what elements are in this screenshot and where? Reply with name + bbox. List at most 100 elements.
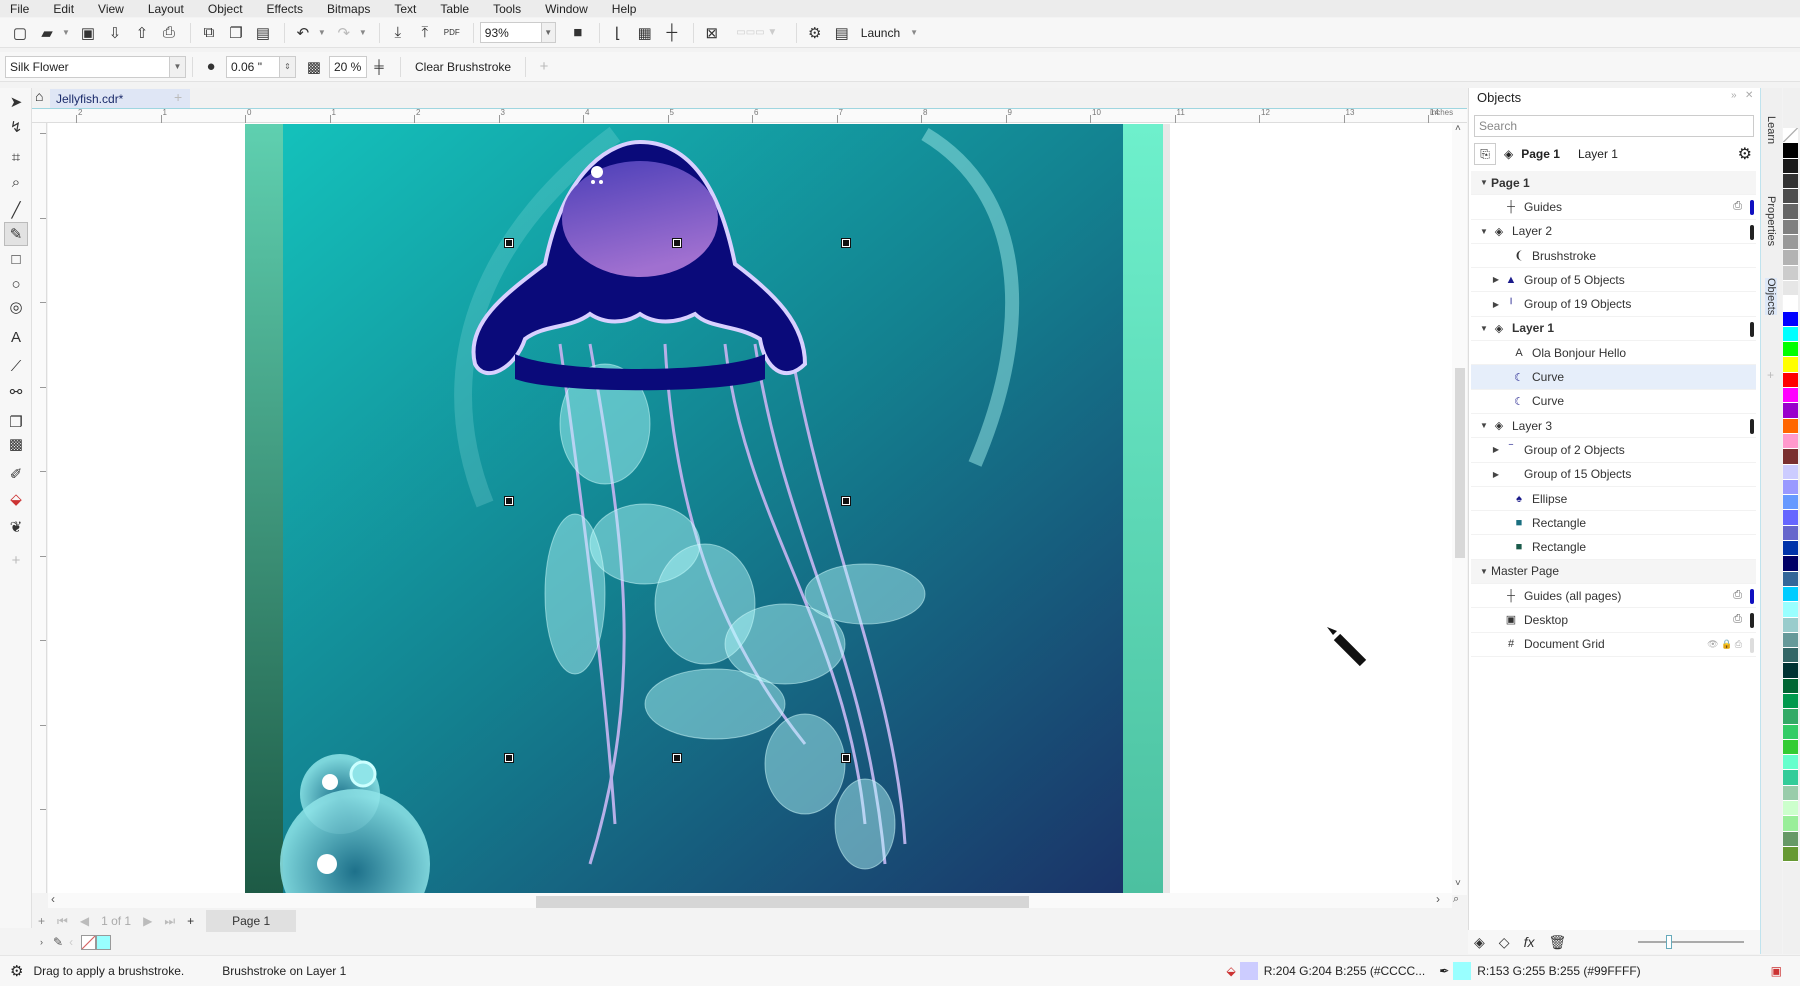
palette-swatch[interactable] <box>1783 403 1798 419</box>
snap-to-dropdown[interactable]: ▭▭▭ ▼ <box>727 21 787 45</box>
add-docker-icon[interactable]: + <box>1767 368 1774 382</box>
new-document-icon[interactable]: ▢ <box>8 21 32 45</box>
palette-swatch[interactable] <box>1783 189 1798 205</box>
selection-handle-tc[interactable] <box>672 238 682 248</box>
object-row-group-of-5-objects[interactable]: ▶ ▲ Group of 5 Objects <box>1471 268 1756 293</box>
palette-swatch[interactable] <box>1783 235 1798 251</box>
docker-collapse-icon[interactable]: » <box>1731 90 1737 101</box>
page-artwork[interactable] <box>245 124 1170 894</box>
menu-text[interactable]: Text <box>394 2 416 16</box>
rectangle-tool-icon[interactable]: □ <box>4 247 28 271</box>
no-color-swatch[interactable] <box>1783 128 1798 144</box>
add-icon[interactable]: + <box>532 55 556 79</box>
palette-swatch[interactable] <box>1783 831 1798 847</box>
no-color-swatch[interactable] <box>81 934 97 950</box>
print-toggle-icon[interactable]: ⎙ <box>1733 613 1742 626</box>
crumb-page[interactable]: Page 1 <box>1521 147 1560 161</box>
grid-icon[interactable]: ▦ <box>633 21 657 45</box>
palette-scroll-left-icon[interactable]: ‹ <box>69 935 73 949</box>
menu-help[interactable]: Help <box>612 2 637 16</box>
cloud-download-icon[interactable]: ⇩ <box>103 21 127 45</box>
freehand-tool-icon[interactable]: ╱ <box>4 198 28 222</box>
transparency-slider-icon[interactable]: ╪ <box>367 55 391 79</box>
fill-color-swatch[interactable] <box>1239 962 1258 980</box>
palette-swatch[interactable] <box>1783 693 1798 710</box>
object-row-group-of-2-objects[interactable]: ▶ ‾ Group of 2 Objects <box>1471 438 1756 463</box>
text-tool-icon[interactable]: A <box>4 325 28 349</box>
object-row-page-1[interactable]: ▼ Page 1 <box>1471 171 1756 196</box>
spiral-tool-icon[interactable]: ◎ <box>4 295 28 319</box>
palette-swatch[interactable] <box>1783 204 1798 220</box>
menu-tools[interactable]: Tools <box>493 2 521 16</box>
drawing-canvas[interactable] <box>48 123 1452 895</box>
menu-edit[interactable]: Edit <box>53 2 74 16</box>
scroll-up-icon[interactable]: ˄ <box>1455 123 1461 134</box>
palette-swatch[interactable] <box>1783 617 1798 633</box>
last-page-icon[interactable]: ⏭ <box>164 914 175 929</box>
options-gear-icon[interactable]: ⚙ <box>803 21 827 45</box>
snap-off-icon[interactable]: ⊠ <box>700 21 724 45</box>
object-row-layer-3[interactable]: ▼ ◈ Layer 3 <box>1471 414 1756 439</box>
full-screen-icon[interactable]: ■ <box>566 21 590 45</box>
connector-tool-icon[interactable]: ⚯ <box>4 380 28 404</box>
horizontal-ruler[interactable]: 2 1 0 1 2 3 4 5 6 7 8 9 10 11 12 13 14 inches <box>32 108 1467 123</box>
crumb-layer[interactable]: Layer 1 <box>1578 147 1618 161</box>
new-layer-icon[interactable]: ◈ <box>1474 934 1485 951</box>
pick-tool-icon[interactable]: ➤ <box>4 90 28 114</box>
menu-layout[interactable]: Layout <box>148 2 184 16</box>
palette-swatch[interactable] <box>1783 678 1798 694</box>
menu-bitmaps[interactable]: Bitmaps <box>327 2 370 16</box>
color-eyedropper-icon[interactable]: ✎ <box>53 935 63 949</box>
object-row-layer-1[interactable]: ▼ ◈ Layer 1 <box>1471 317 1756 342</box>
palette-swatch[interactable] <box>1783 173 1798 190</box>
horizontal-scroll-thumb[interactable] <box>536 896 1029 908</box>
palette-swatch[interactable] <box>1783 510 1798 526</box>
cyan-document-swatch[interactable] <box>96 934 112 950</box>
ellipse-tool-icon[interactable]: ○ <box>4 272 28 296</box>
launch-button[interactable]: Launch <box>861 26 900 40</box>
palette-swatch[interactable] <box>1783 724 1798 740</box>
show-current-page-icon[interactable]: ⎘ <box>1474 143 1496 165</box>
objects-tab[interactable]: Objects <box>1765 278 1777 316</box>
delete-icon[interactable]: 🗑 <box>1548 934 1566 951</box>
selection-handle-bc[interactable] <box>672 753 682 763</box>
expand-icon[interactable]: ▶ <box>1489 275 1503 284</box>
palette-swatch[interactable] <box>1783 280 1798 297</box>
object-row-master-page[interactable]: ▼ Master Page <box>1471 559 1756 585</box>
object-row-group-of-15-objects[interactable]: ▶ Group of 15 Objects <box>1471 463 1756 487</box>
selection-handle-tr[interactable] <box>841 238 851 248</box>
expand-icon[interactable]: ▶ <box>1489 445 1503 454</box>
selection-handle-br[interactable] <box>841 753 851 763</box>
selection-handle-mr[interactable] <box>841 496 851 506</box>
collapse-icon[interactable]: ▼ <box>1477 227 1491 236</box>
palette-swatch[interactable] <box>1783 785 1798 802</box>
collapse-icon[interactable]: ▼ <box>1477 324 1491 333</box>
open-dropdown-icon[interactable]: ▼ <box>62 28 70 37</box>
palette-swatch[interactable] <box>1783 464 1798 480</box>
object-row-curve[interactable]: ☾ Curve <box>1471 390 1756 414</box>
object-row-rectangle[interactable]: ■ Rectangle <box>1471 511 1756 536</box>
docker-close-icon[interactable]: ✕ <box>1745 90 1753 101</box>
redo-icon[interactable]: ↷ <box>332 21 356 45</box>
object-row-layer-2[interactable]: ▼ ◈ Layer 2 <box>1471 220 1756 244</box>
pdf-icon[interactable]: PDF <box>440 21 464 45</box>
thumbnail-slider-handle[interactable] <box>1666 935 1672 949</box>
collapse-icon[interactable]: ▼ <box>1477 567 1491 576</box>
artistic-media-tool-icon[interactable]: ✎ <box>4 222 28 246</box>
previous-page-icon[interactable]: ◀ <box>80 914 89 928</box>
stroke-width-spinner[interactable]: ⇕ <box>280 55 296 78</box>
palette-swatch[interactable] <box>1783 342 1798 358</box>
objects-search-input[interactable]: Search <box>1474 115 1754 137</box>
object-row-guides-all-pages-[interactable]: ┼ Guides (all pages) ⎙ <box>1471 584 1756 609</box>
vertical-scroll-thumb[interactable] <box>1455 368 1465 558</box>
zoom-navigator-icon[interactable]: ⌕ <box>1453 893 1459 906</box>
new-tab-icon[interactable]: + <box>174 89 182 105</box>
palette-swatch[interactable] <box>1783 739 1798 756</box>
first-page-icon[interactable]: ⏮ <box>57 914 68 929</box>
interactive-fill-tool-icon[interactable]: ⬙ <box>4 487 28 511</box>
palette-swatch[interactable] <box>1783 311 1798 327</box>
brush-preset-dropdown-icon[interactable]: ▼ <box>170 55 186 78</box>
redo-dropdown-icon[interactable]: ▼ <box>359 28 367 37</box>
document-tab[interactable]: Jellyfish.cdr* <box>50 89 190 108</box>
next-page-icon[interactable]: ▶ <box>143 914 152 928</box>
